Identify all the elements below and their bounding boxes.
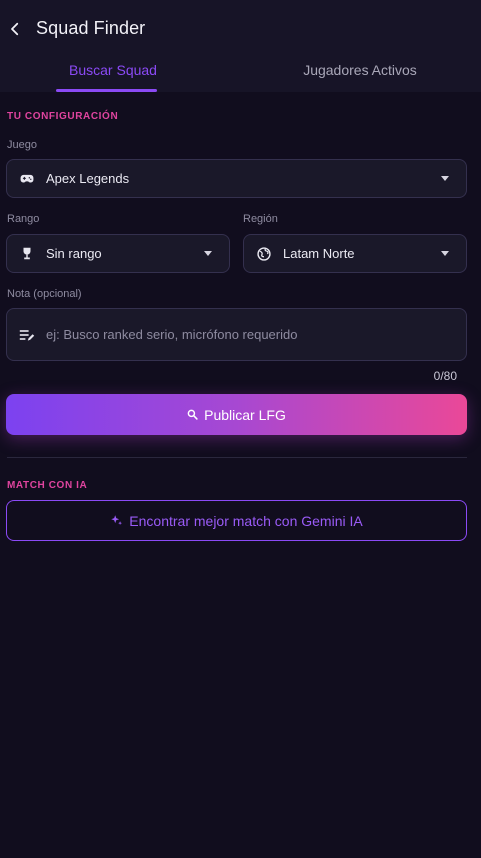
note-input-placeholder: ej: Busco ranked serio, micrófono requer… bbox=[46, 327, 298, 342]
rank-select-value: Sin rango bbox=[46, 246, 102, 261]
rank-field-label: Rango bbox=[7, 213, 40, 225]
game-field-label: Juego bbox=[7, 139, 37, 151]
publish-lfg-label: Publicar LFG bbox=[204, 406, 286, 423]
chevron-left-icon bbox=[11, 22, 19, 36]
dropdown-caret-icon bbox=[204, 251, 212, 256]
tab-jugadores-activos[interactable]: Jugadores Activos bbox=[290, 62, 430, 78]
globe-icon bbox=[256, 246, 272, 262]
note-char-counter: 0/80 bbox=[433, 369, 457, 383]
gemini-match-label: Encontrar mejor match con Gemini IA bbox=[129, 512, 363, 529]
trophy-icon bbox=[19, 246, 35, 262]
tab-buscar-squad[interactable]: Buscar Squad bbox=[58, 62, 168, 78]
game-select-value: Apex Legends bbox=[46, 171, 130, 186]
region-select-value: Latam Norte bbox=[283, 246, 355, 261]
publish-lfg-button[interactable]: Publicar LFG bbox=[6, 394, 467, 435]
sparkle-icon bbox=[111, 515, 123, 526]
dropdown-caret-icon bbox=[441, 251, 449, 256]
app-bar: Squad Finder Buscar Squad Jugadores Acti… bbox=[0, 0, 481, 92]
game-select[interactable]: Apex Legends bbox=[6, 159, 467, 198]
edit-note-icon bbox=[19, 327, 35, 343]
config-section-label: TU CONFIGURACIÓN bbox=[7, 111, 119, 122]
region-select[interactable]: Latam Norte bbox=[243, 234, 467, 273]
ai-match-section-label: MATCH CON IA bbox=[7, 480, 88, 491]
gemini-match-button[interactable]: Encontrar mejor match con Gemini IA bbox=[6, 500, 467, 541]
note-input[interactable]: ej: Busco ranked serio, micrófono requer… bbox=[6, 308, 467, 361]
search-icon bbox=[187, 409, 198, 420]
back-button[interactable] bbox=[4, 18, 26, 40]
active-tab-indicator bbox=[56, 89, 157, 92]
page-title: Squad Finder bbox=[36, 18, 146, 38]
dropdown-caret-icon bbox=[441, 176, 449, 181]
gamepad-icon bbox=[19, 171, 35, 187]
rank-select[interactable]: Sin rango bbox=[6, 234, 230, 273]
region-field-label: Región bbox=[243, 213, 278, 225]
section-divider bbox=[7, 457, 467, 458]
note-field-label: Nota (opcional) bbox=[7, 288, 82, 300]
